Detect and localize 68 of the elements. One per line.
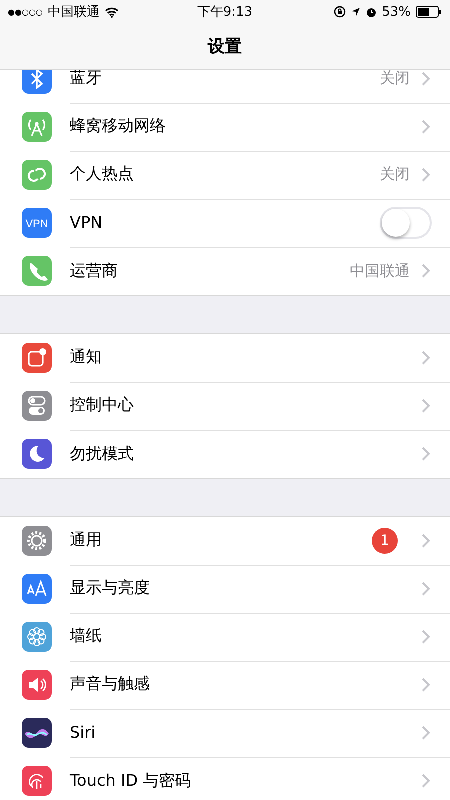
- page-title: 设置: [208, 36, 242, 58]
- count-badge: 1: [372, 528, 398, 554]
- row-label: 运营商: [70, 260, 119, 282]
- row-label: 墙纸: [70, 626, 103, 647]
- chevron-icon: [422, 582, 430, 596]
- vpn-icon: VPN: [22, 208, 52, 238]
- row-label: VPN: [70, 213, 104, 232]
- clock-time: 下午9:13: [197, 4, 253, 21]
- gear-icon: [22, 526, 52, 556]
- wifi-icon: [104, 6, 119, 18]
- battery-percent: 53%: [382, 4, 411, 20]
- row-label: 显示与亮度: [70, 578, 151, 599]
- rotation-lock-icon: [334, 6, 346, 18]
- carrier-name: 中国联通: [48, 4, 100, 21]
- row-value: 关闭: [380, 70, 410, 88]
- chevron-icon: [422, 774, 430, 788]
- chevron-icon: [422, 398, 430, 412]
- chevron-icon: [422, 630, 430, 644]
- settings-row[interactable]: Touch ID 与密码: [0, 757, 450, 800]
- row-value: 关闭: [380, 165, 410, 184]
- settings-row[interactable]: 运营商 中国联通: [0, 247, 450, 295]
- settings-row[interactable]: 显示与亮度: [0, 565, 450, 613]
- chevron-icon: [422, 350, 430, 364]
- row-label: 通用: [70, 530, 103, 551]
- settings-row[interactable]: 墙纸: [0, 613, 450, 661]
- chevron-icon: [422, 168, 430, 182]
- settings-row[interactable]: 通用 1: [0, 517, 450, 565]
- antenna-icon: [22, 112, 52, 142]
- switches-icon: [22, 391, 52, 421]
- siri-icon: [22, 718, 52, 748]
- row-label: 个人热点: [70, 164, 135, 185]
- signal-dots: ●●○○○: [8, 8, 43, 16]
- phone-icon: [22, 256, 52, 286]
- settings-row[interactable]: Siri: [0, 709, 450, 757]
- row-label: 蓝牙: [70, 70, 103, 89]
- settings-row[interactable]: 蓝牙 关闭: [0, 70, 450, 103]
- notification-icon: [22, 343, 52, 373]
- row-label: 蜂窝移动网络: [70, 116, 167, 137]
- chevron-icon: [422, 120, 430, 134]
- chevron-icon: [422, 534, 430, 548]
- settings-row[interactable]: 勿扰模式: [0, 430, 450, 478]
- row-label: 通知: [70, 347, 103, 368]
- text-size-icon: [22, 574, 52, 604]
- location-arrow-icon: [351, 7, 362, 17]
- battery-icon: [416, 6, 442, 18]
- settings-row[interactable]: VPN VPN: [0, 199, 450, 247]
- chevron-icon: [422, 678, 430, 692]
- flower-icon: [22, 622, 52, 652]
- row-label: 声音与触感: [70, 674, 151, 695]
- chevron-icon: [422, 72, 430, 86]
- chevron-icon: [422, 264, 430, 278]
- row-label: Siri: [70, 723, 97, 742]
- moon-icon: [22, 439, 52, 469]
- settings-row[interactable]: 通知: [0, 334, 450, 382]
- speaker-icon: [22, 670, 52, 700]
- chevron-icon: [422, 447, 430, 461]
- row-value: 中国联通: [350, 262, 410, 280]
- settings-row[interactable]: 个人热点 关闭: [0, 151, 450, 199]
- row-label: 控制中心: [70, 395, 135, 416]
- settings-row[interactable]: 声音与触感: [0, 661, 450, 709]
- alarm-clock-icon: [366, 6, 378, 18]
- row-label: 勿扰模式: [70, 444, 135, 464]
- chain-link-icon: [22, 160, 52, 190]
- vpn-toggle[interactable]: [380, 206, 432, 238]
- settings-row[interactable]: 蜂窝移动网络: [0, 103, 450, 151]
- settings-row[interactable]: 控制中心: [0, 382, 450, 430]
- chevron-icon: [422, 726, 430, 740]
- row-label: Touch ID 与密码: [70, 770, 192, 792]
